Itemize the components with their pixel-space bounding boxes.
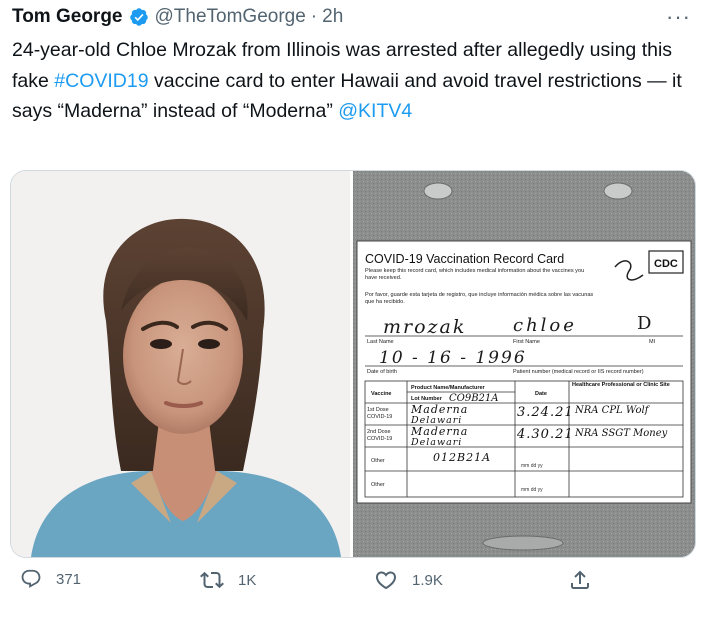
- label-last-name: Last Name: [367, 339, 394, 345]
- media-grid: COVID-19 Vaccination Record Card CDC Ple…: [10, 170, 696, 558]
- mugshot-illustration: [11, 171, 350, 557]
- col-date: Date: [535, 391, 547, 397]
- cdc-logo-text: CDC: [654, 258, 678, 270]
- label-dob: Date of birth: [367, 369, 397, 375]
- col-vaccine: Vaccine: [371, 391, 392, 397]
- card-title: COVID-19 Vaccination Record Card: [365, 252, 564, 266]
- handwritten-r3-lot: 012B21A: [433, 451, 491, 464]
- tweet-header: Tom George @TheTomGeorge · 2h ···: [12, 4, 705, 30]
- row-first-dose: 1st Dose COVID-19: [367, 407, 393, 420]
- reply-count: 371: [56, 570, 82, 588]
- tweet-actions: 371 1K 1.9K: [0, 568, 717, 610]
- col-lot: Lot Number: [411, 396, 443, 402]
- tweet-timestamp[interactable]: 2h: [322, 6, 343, 28]
- row-second-dose: 2nd Dose COVID-19: [367, 429, 393, 442]
- handwritten-dob: 10 - 16 - 1996: [379, 348, 527, 368]
- row-other-2: Other: [371, 482, 385, 488]
- vaccine-card-scan: COVID-19 Vaccination Record Card CDC Ple…: [353, 171, 695, 557]
- vaccine-card-photo[interactable]: COVID-19 Vaccination Record Card CDC Ple…: [353, 171, 695, 557]
- tweet: Tom George @TheTomGeorge · 2h ··· 24-yea…: [0, 0, 717, 634]
- handwritten-r2-site: NRA SSGT Money: [574, 428, 668, 439]
- retweet-count: 1K: [238, 571, 257, 589]
- author-name[interactable]: Tom George: [12, 6, 123, 28]
- handwritten-r2-lot: Delawari: [410, 437, 462, 448]
- handwritten-last-name: mrozak: [383, 316, 466, 338]
- mugshot-photo[interactable]: [11, 171, 350, 557]
- label-mi: MI: [649, 339, 656, 345]
- tweet-text: 24-year-old Chloe Mrozak from Illinois w…: [12, 35, 702, 127]
- handwritten-r1-date: 3.24.21: [517, 405, 574, 420]
- handwritten-r1-site: NRA CPL Wolf: [574, 405, 651, 416]
- like-count: 1.9K: [412, 571, 443, 589]
- date-hint-2: mm dd yy: [521, 487, 543, 493]
- mention-link[interactable]: @KITV4: [338, 100, 412, 122]
- separator-dot: ·: [310, 6, 318, 27]
- col-product: Product Name/Manufacturer: [411, 385, 486, 391]
- hashtag-link[interactable]: #COVID19: [54, 70, 148, 92]
- card-note-es: Por favor, guarde esta tarjeta de regist…: [365, 292, 594, 305]
- label-first-name: First Name: [513, 339, 540, 345]
- handwritten-mi: D: [637, 313, 651, 334]
- verified-badge-icon: [129, 7, 149, 27]
- label-patient-number: Patient number (medical record or IIS re…: [513, 369, 644, 375]
- date-hint-1: mm dd yy: [521, 463, 543, 469]
- share-icon: [571, 570, 589, 589]
- retweet-icon: [200, 571, 224, 589]
- heart-icon: [375, 571, 397, 590]
- handwritten-r2-date: 4.30.21: [516, 427, 574, 442]
- col-site: Healthcare Professional or Clinic Site: [572, 382, 670, 388]
- reply-icon: [21, 569, 41, 588]
- retweet-button[interactable]: 1K: [200, 568, 256, 592]
- author-handle[interactable]: @TheTomGeorge: [155, 6, 306, 28]
- row-other-1: Other: [371, 458, 385, 464]
- card-note-en: Please keep this record card, which incl…: [365, 268, 585, 281]
- like-button[interactable]: 1.9K: [374, 568, 443, 592]
- reply-button[interactable]: 371: [20, 568, 81, 590]
- more-options-icon[interactable]: ···: [666, 4, 691, 30]
- handwritten-first-name: chloe: [513, 315, 577, 336]
- share-button[interactable]: [568, 568, 592, 592]
